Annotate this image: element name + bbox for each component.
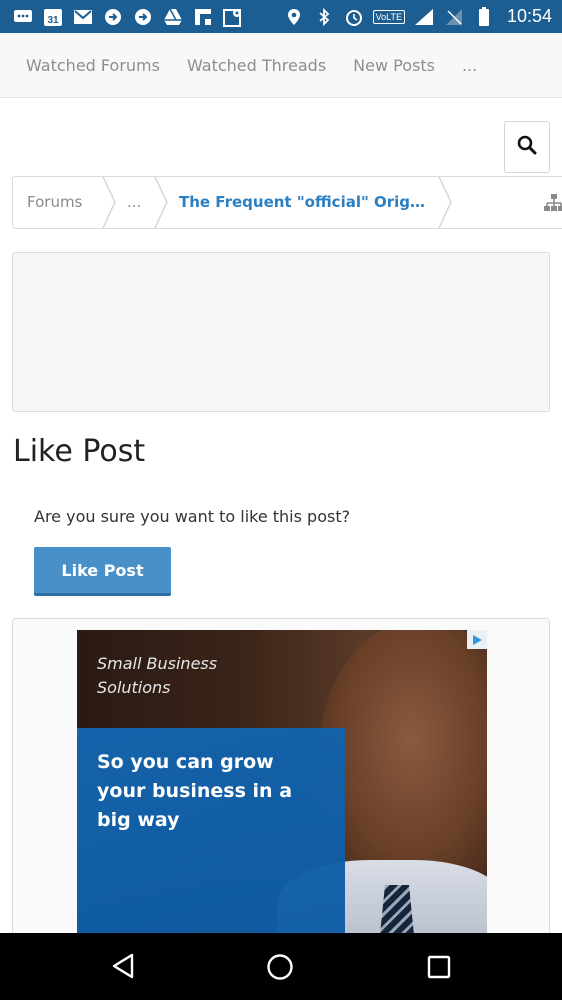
volte-badge: VoLTE <box>372 9 405 24</box>
nav-new-posts[interactable]: New Posts <box>353 56 435 75</box>
chat-icon <box>12 8 34 26</box>
sitemap-icon[interactable] <box>544 193 562 217</box>
breadcrumb-ellipsis[interactable]: ... <box>127 177 141 228</box>
chevron-right-icon <box>438 177 452 228</box>
bluetooth-icon <box>313 7 335 26</box>
search-icon <box>517 135 537 159</box>
maps-icon <box>222 8 244 27</box>
location-icon <box>283 8 305 26</box>
breadcrumb-current-thread[interactable]: The Frequent "official" Origi... <box>179 177 429 228</box>
breadcrumb: Forums ... The Frequent "official" Origi… <box>12 176 562 229</box>
back-icon[interactable] <box>110 953 136 983</box>
search-button[interactable] <box>504 121 550 173</box>
sync-icon <box>132 8 154 26</box>
page-title: Like Post <box>13 434 146 469</box>
nav-more[interactable]: ... <box>462 56 477 75</box>
system-navigation-bar <box>0 933 562 1000</box>
adchoices-icon[interactable] <box>467 630 487 649</box>
status-bar: 31 VoLTE 10:54 <box>0 0 562 33</box>
like-post-button[interactable]: Like Post <box>34 547 171 596</box>
notification-icons: 31 <box>0 8 244 27</box>
home-icon[interactable] <box>266 953 294 985</box>
empty-content-panel <box>12 252 550 412</box>
chevron-right-icon <box>154 177 168 228</box>
no-signal-icon <box>443 8 465 26</box>
gmail-icon <box>72 8 94 26</box>
ad-main-text: So you can grow your business in a big w… <box>97 751 293 831</box>
sync-icon <box>102 8 124 26</box>
nav-watched-forums[interactable]: Watched Forums <box>26 56 160 75</box>
recents-icon[interactable] <box>427 955 451 983</box>
top-nav: Watched Forums Watched Threads New Posts… <box>0 33 562 98</box>
advertisement-banner[interactable]: Small Business Solutions So you can grow… <box>77 630 487 947</box>
calendar-icon: 31 <box>42 8 64 26</box>
ad-container: Small Business Solutions So you can grow… <box>12 618 550 948</box>
svg-text:31: 31 <box>47 15 59 26</box>
ad-top-text: Small Business Solutions <box>97 654 218 697</box>
drive-icon <box>162 8 184 26</box>
signal-icon <box>413 8 435 26</box>
nav-watched-threads[interactable]: Watched Threads <box>187 56 326 75</box>
breadcrumb-forums[interactable]: Forums <box>27 177 82 228</box>
chevron-right-icon <box>102 177 116 228</box>
alarm-icon <box>343 8 365 26</box>
flipboard-icon <box>192 8 214 26</box>
system-icons: VoLTE 10:54 <box>283 6 562 27</box>
clock: 10:54 <box>506 6 552 26</box>
battery-icon <box>473 6 495 26</box>
confirmation-text: Are you sure you want to like this post? <box>34 507 351 526</box>
